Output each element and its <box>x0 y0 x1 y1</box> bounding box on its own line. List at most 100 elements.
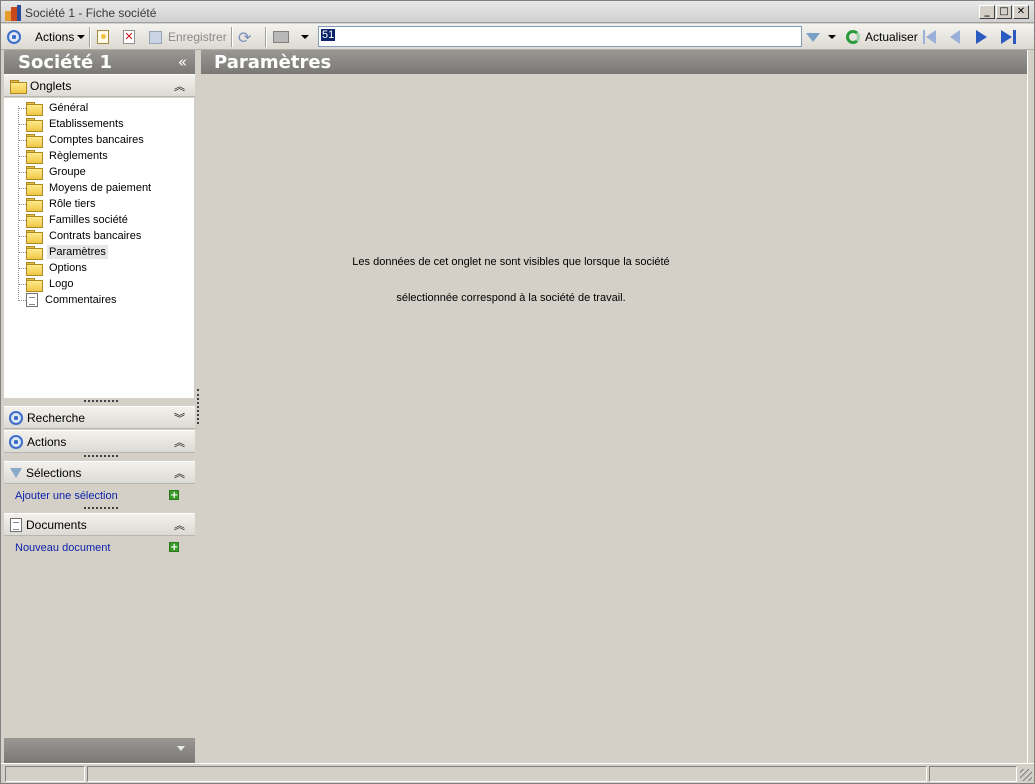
search-section-header[interactable]: Recherche ︾ <box>4 406 195 429</box>
tabs-section-label: Onglets <box>30 78 72 93</box>
circle-nav-icon[interactable] <box>7 27 21 47</box>
new-document-link[interactable]: Nouveau document <box>15 542 110 554</box>
chevron-down-icon[interactable]: ︾ <box>174 410 185 426</box>
folder-icon <box>26 182 43 196</box>
content-body: Les données de cet onglet ne sont visibl… <box>201 74 1027 763</box>
folder-icon <box>26 118 43 132</box>
tree-item-tab[interactable]: Contrats bancaires <box>26 228 143 244</box>
tree-item-label: Etablissements <box>49 118 124 130</box>
print-button[interactable] <box>273 27 309 47</box>
actions-menu-button[interactable]: Actions <box>35 27 86 47</box>
title-bar: Société 1 - Fiche société _ □ ✕ <box>1 1 1034 23</box>
search-section-label: Recherche <box>27 410 86 425</box>
content-title: Paramètres <box>214 52 332 73</box>
panel-splitter[interactable] <box>197 389 199 424</box>
new-document-icon <box>97 30 109 44</box>
chevron-up-icon[interactable]: ︽ <box>174 465 185 481</box>
collapse-panel-icon[interactable]: « <box>178 53 187 71</box>
delete-button[interactable]: ✕ <box>123 27 135 47</box>
chevron-up-icon[interactable]: ︽ <box>174 434 185 450</box>
last-icon <box>1001 30 1012 44</box>
info-message-line2: sélectionnée correspond à la société de … <box>396 292 626 304</box>
previous-icon <box>950 30 960 44</box>
sync-button[interactable]: ⟳ <box>238 27 251 47</box>
tree-item-tab[interactable]: Etablissements <box>26 116 126 132</box>
actions-menu-label: Actions <box>35 30 75 44</box>
tree-connector <box>18 188 26 189</box>
resize-grip[interactable] <box>84 455 118 458</box>
add-icon[interactable]: + <box>169 490 179 501</box>
actions-section-header[interactable]: Actions ︽ <box>4 430 195 453</box>
tree-connector <box>18 140 26 141</box>
panel-bottom-bar <box>4 738 195 763</box>
filter-button[interactable] <box>806 27 836 47</box>
tree-item-tab[interactable]: Comptes bancaires <box>26 132 146 148</box>
refresh-button[interactable]: Actualiser <box>846 27 918 47</box>
tree-item-label: Contrats bancaires <box>49 230 142 242</box>
close-button[interactable]: ✕ <box>1013 5 1029 19</box>
tree-item-label: Logo <box>49 278 74 290</box>
tree-item-tab[interactable]: Moyens de paiement <box>26 180 153 196</box>
tree-item-tab[interactable]: Rôle tiers <box>26 196 97 212</box>
resize-grip-icon[interactable] <box>1020 769 1032 781</box>
resize-grip[interactable] <box>84 400 118 403</box>
last-record-button[interactable] <box>1001 27 1016 47</box>
new-record-button[interactable] <box>97 27 109 47</box>
tree-item-label: Moyens de paiement <box>49 182 152 194</box>
tree-item-label: Général <box>49 102 89 114</box>
folder-icon <box>26 262 43 276</box>
previous-record-button[interactable] <box>950 27 960 47</box>
folder-icon <box>26 230 43 244</box>
tree-item-label: Rôle tiers <box>49 198 96 210</box>
maximize-button[interactable]: □ <box>996 5 1012 19</box>
chevron-up-icon[interactable]: ︽ <box>174 517 185 533</box>
search-value: 51 <box>321 29 336 41</box>
folder-icon <box>26 278 43 292</box>
folder-icon <box>26 150 43 164</box>
search-input[interactable]: 51 <box>318 26 802 47</box>
first-icon <box>923 30 925 44</box>
resize-grip[interactable] <box>84 507 118 510</box>
tree-item-label: Comptes bancaires <box>49 134 144 146</box>
expand-arrow-icon[interactable] <box>177 746 185 751</box>
tree-item-tab[interactable]: Familles société <box>26 212 130 228</box>
circle-icon <box>9 434 23 449</box>
folder-icon <box>26 102 43 116</box>
tree-connector <box>18 268 26 269</box>
info-message-line1: Les données de cet onglet ne sont visibl… <box>352 256 670 268</box>
tree-item-tab[interactable]: Commentaires <box>26 292 119 308</box>
tabs-section-header[interactable]: Onglets ︽ <box>4 74 195 97</box>
scrollbar[interactable] <box>1027 50 1034 763</box>
circle-icon <box>9 410 23 425</box>
chevron-up-icon[interactable]: ︽ <box>174 78 185 94</box>
next-icon <box>976 30 987 44</box>
toolbar: Actions ✕ Enregistrer ⟳ 51 Actualiser <box>1 24 1034 50</box>
tree-connector <box>18 220 26 221</box>
toolbar-separator <box>265 27 267 47</box>
company-header: Société 1 « <box>4 50 195 74</box>
dropdown-arrow-icon <box>828 35 836 39</box>
first-record-button[interactable] <box>923 27 936 47</box>
app-window: Société 1 - Fiche société _ □ ✕ Actions … <box>0 0 1035 784</box>
documents-section-header[interactable]: Documents ︽ <box>4 513 195 536</box>
status-cell <box>929 766 1017 782</box>
actions-section-label: Actions <box>27 434 67 449</box>
tree-item-tab[interactable]: Paramètres <box>26 244 108 260</box>
folder-icon <box>26 214 43 228</box>
selections-section-header[interactable]: Sélections ︽ <box>4 461 195 484</box>
save-button[interactable]: Enregistrer <box>149 27 227 47</box>
tree-item-tab[interactable]: Règlements <box>26 148 110 164</box>
left-panel: Société 1 « Onglets ︽ Général Etablisseme… <box>4 50 195 763</box>
tree-item-tab[interactable]: Options <box>26 260 89 276</box>
tree-item-tab[interactable]: Logo <box>26 276 75 292</box>
tree-item-tab[interactable]: Groupe <box>26 164 88 180</box>
refresh-icon <box>846 30 860 44</box>
selections-section-label: Sélections <box>26 465 82 480</box>
add-icon[interactable]: + <box>169 542 179 553</box>
refresh-label: Actualiser <box>865 30 918 44</box>
next-record-button[interactable] <box>976 27 987 47</box>
add-selection-link[interactable]: Ajouter une sélection <box>15 490 118 502</box>
tree-connector <box>18 106 19 299</box>
minimize-button[interactable]: _ <box>979 5 995 19</box>
tree-item-tab[interactable]: Général <box>26 100 90 116</box>
